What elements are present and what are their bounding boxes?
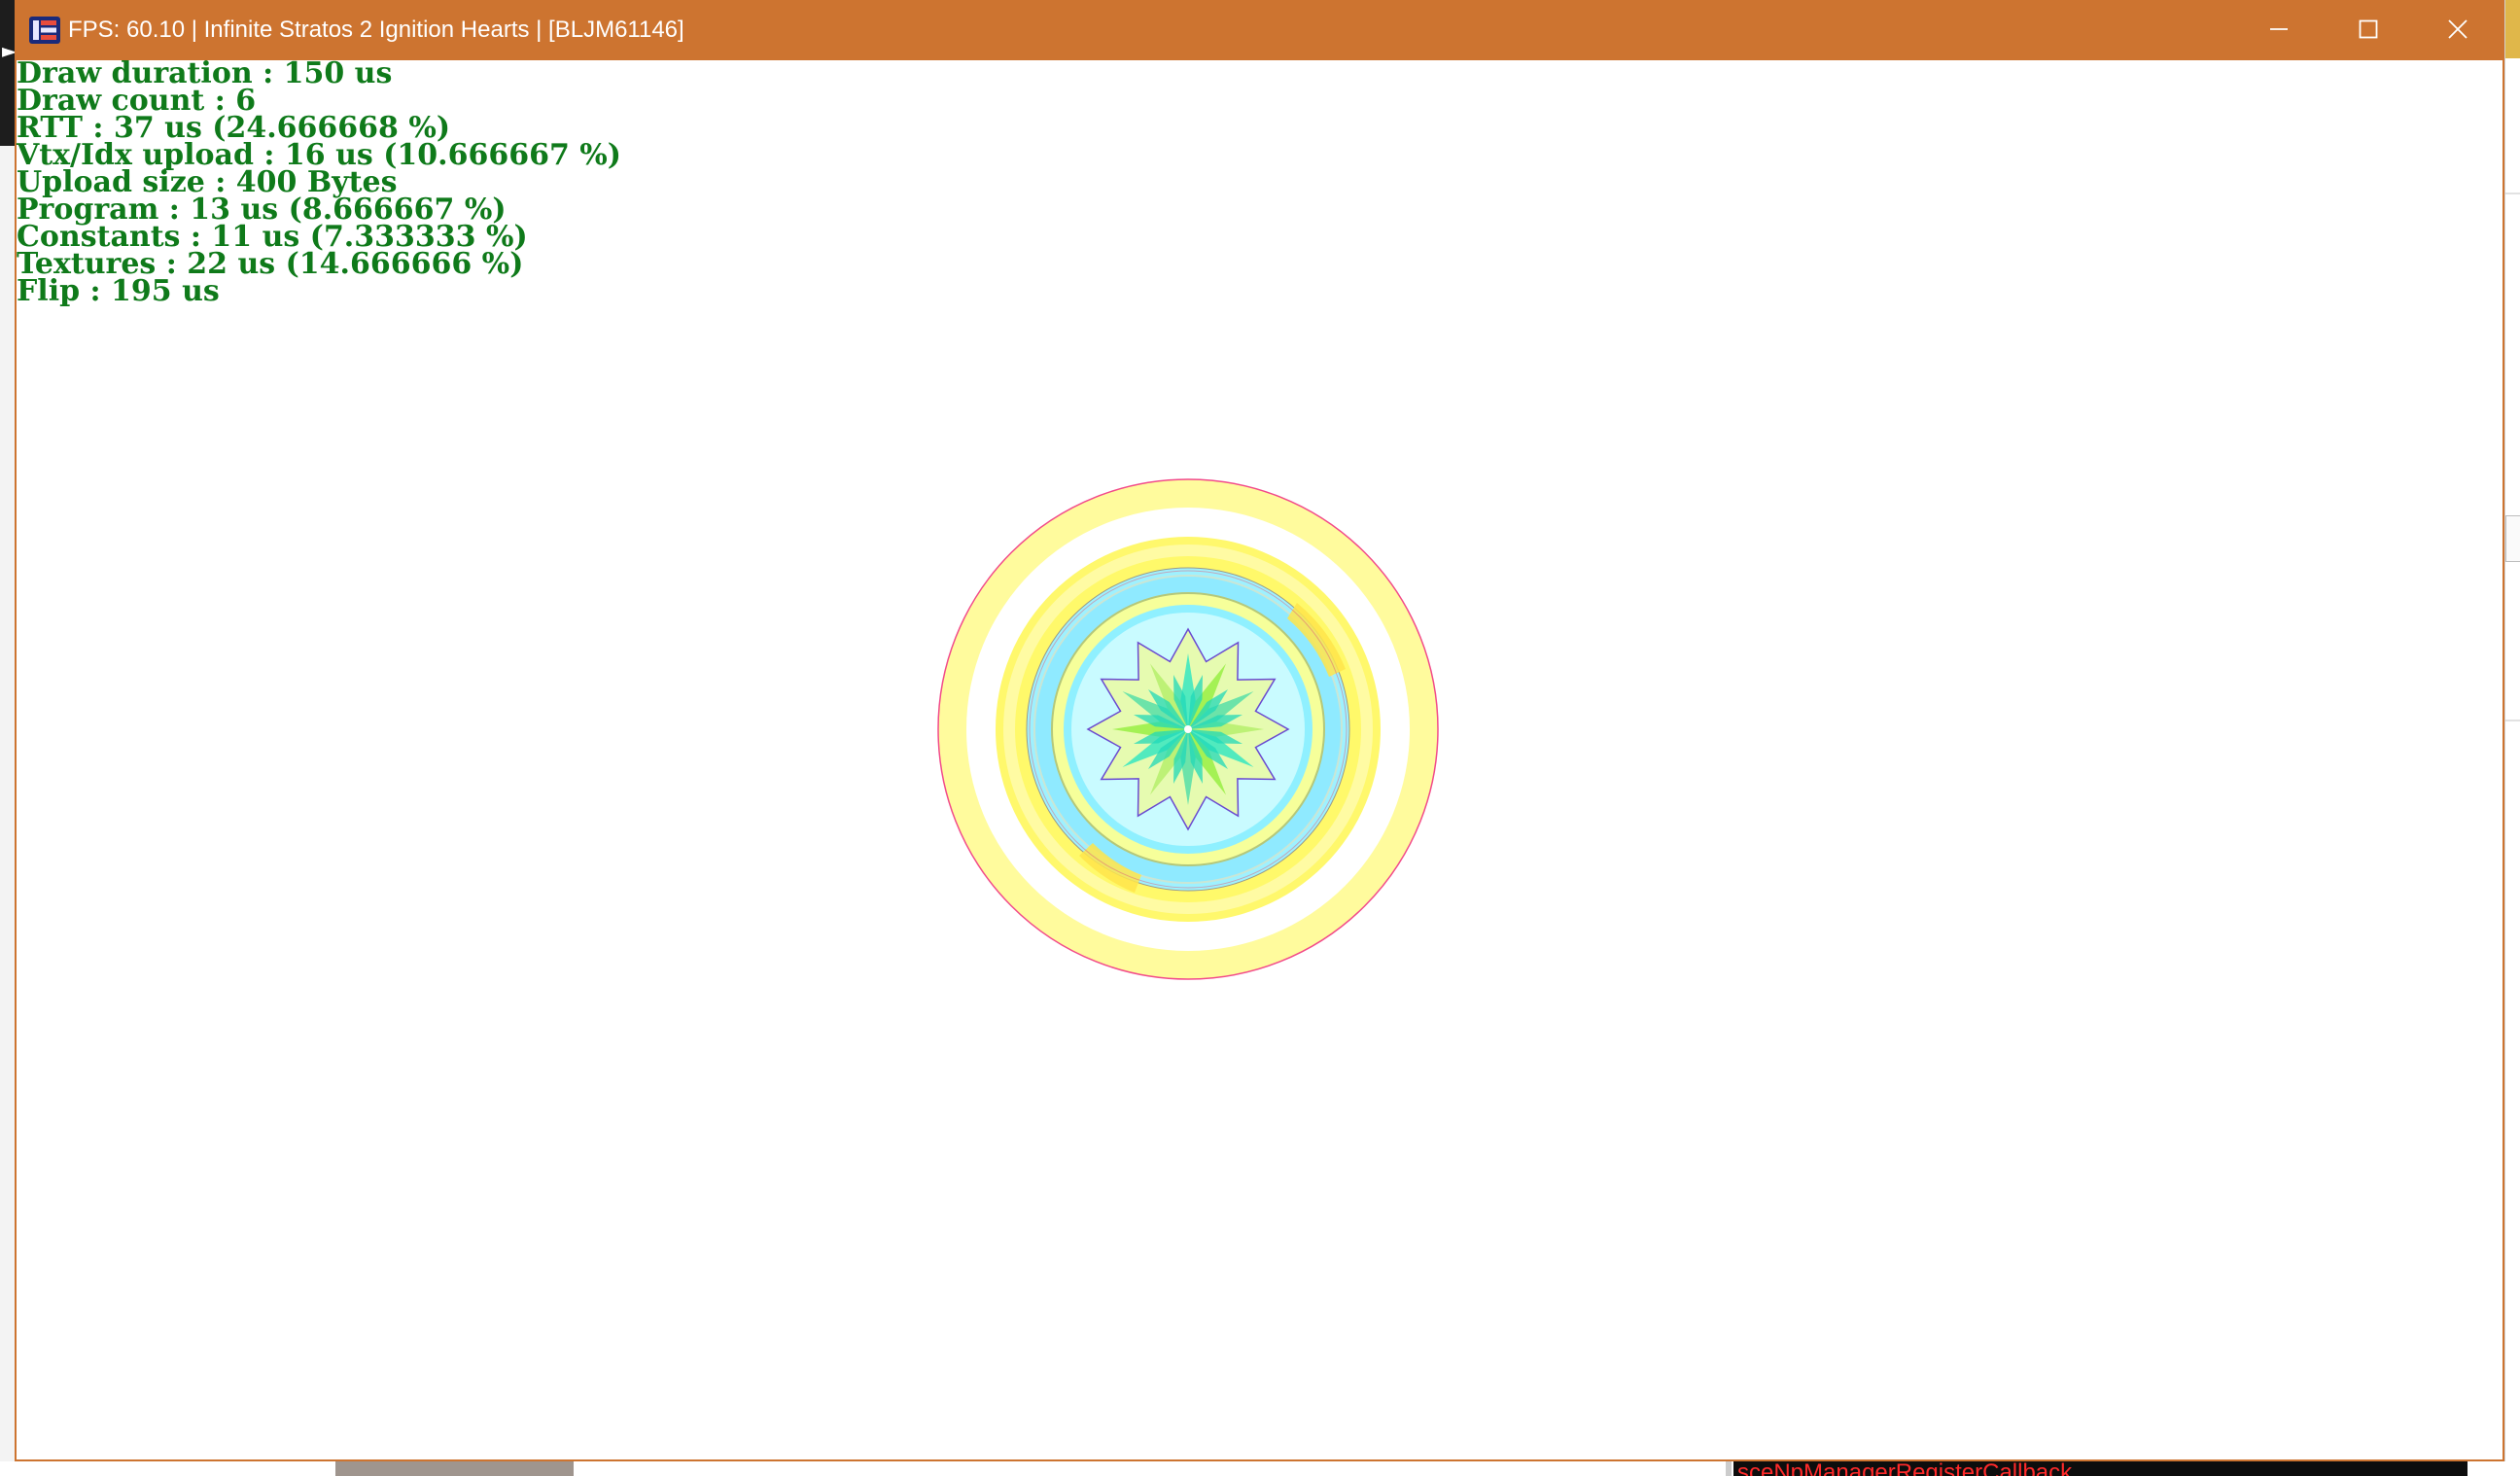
background-accent-block <box>2505 0 2520 58</box>
loading-mandala-graphic <box>937 478 1439 980</box>
window-title: FPS: 60.10 | Infinite Stratos 2 Ignition… <box>68 17 684 43</box>
minimize-icon <box>2270 28 2288 30</box>
mandala-center <box>1184 725 1192 733</box>
performance-overlay: Draw duration : 150 us Draw count : 6 RT… <box>17 59 892 308</box>
background-thumbnail <box>335 1461 574 1476</box>
background-arrow-icon: ► <box>2 39 18 62</box>
stat-flip: Flip : 195 us <box>17 274 220 308</box>
background-window-fragment-left <box>0 107 16 136</box>
background-button-fragment <box>2505 515 2520 562</box>
maximize-icon <box>2359 19 2378 39</box>
close-icon <box>2448 19 2468 39</box>
background-divider <box>1726 1461 1732 1476</box>
background-window-edge-right <box>2504 0 2520 1476</box>
close-button[interactable] <box>2413 0 2502 58</box>
background-divider <box>2505 720 2520 721</box>
background-divider <box>2505 193 2520 194</box>
maximize-button[interactable] <box>2324 0 2413 58</box>
rpcs3-app-icon <box>29 17 60 44</box>
minimize-button[interactable] <box>2234 0 2324 58</box>
